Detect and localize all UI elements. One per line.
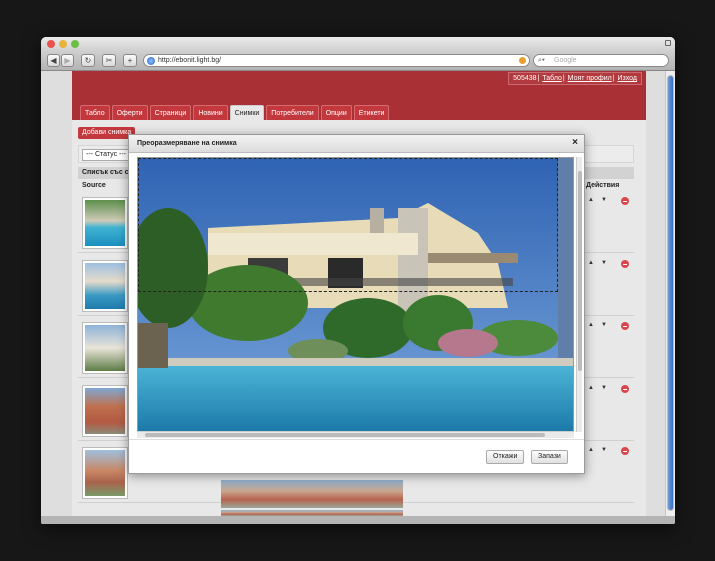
delete-icon[interactable] — [621, 447, 629, 455]
browser-window: ◀ ▶ ↻ ✂ + http://ebonit.light.bg/ ⌕▾ Goo… — [41, 37, 675, 524]
dialog-title: Преоразмеряване на снимка — [129, 135, 584, 153]
delete-icon[interactable] — [621, 260, 629, 268]
minimize-window-icon[interactable] — [59, 40, 67, 48]
photo-thumbnail[interactable] — [82, 385, 128, 437]
back-button[interactable]: ◀ — [47, 54, 60, 67]
close-icon[interactable]: × — [572, 137, 578, 148]
user-id: 505438 — [513, 75, 537, 82]
move-arrows-icon[interactable]: ▲▼ — [588, 197, 614, 203]
tab-news[interactable]: Новини — [193, 105, 228, 120]
user-bar: 505438| Табло| Моят профил| Изход — [508, 72, 642, 85]
search-field[interactable]: ⌕▾ Google — [533, 54, 669, 67]
dialog-footer: Откажи Запази — [129, 439, 584, 473]
title-bar — [41, 37, 675, 51]
vscroll-thumb[interactable] — [578, 171, 582, 371]
search-icon: ⌕▾ — [538, 57, 545, 64]
move-arrows-icon[interactable]: ▲▼ — [588, 385, 614, 391]
address-bar[interactable]: http://ebonit.light.bg/ — [143, 54, 530, 67]
save-button[interactable]: Запази — [531, 450, 568, 464]
lock-icon — [665, 40, 671, 46]
move-arrows-icon[interactable]: ▲▼ — [588, 447, 614, 453]
link-logout[interactable]: Изход — [618, 75, 638, 82]
add-photo-button[interactable]: Добави снимка — [78, 127, 136, 139]
resize-photo-dialog: Преоразмеряване на снимка × Откажи Запаз… — [128, 134, 585, 474]
globe-icon — [147, 57, 155, 65]
crop-selection[interactable] — [138, 158, 558, 292]
tab-options[interactable]: Опции — [320, 105, 352, 120]
tab-dashboard[interactable]: Табло — [80, 105, 110, 120]
move-arrows-icon[interactable]: ▲▼ — [588, 322, 614, 328]
scrollbar-thumb[interactable] — [667, 75, 674, 511]
col-source: Source — [82, 182, 106, 189]
move-arrows-icon[interactable]: ▲▼ — [588, 260, 614, 266]
reload-button[interactable]: ↻ — [81, 54, 95, 67]
hscroll-thumb[interactable] — [145, 433, 545, 437]
photo-thumbnail[interactable] — [82, 447, 128, 499]
status-bar — [41, 516, 675, 524]
col-actions: Действия — [586, 182, 620, 189]
close-window-icon[interactable] — [47, 40, 55, 48]
photo-canvas[interactable] — [137, 157, 574, 432]
delete-icon[interactable] — [621, 385, 629, 393]
tab-offers[interactable]: Оферти — [111, 105, 148, 120]
photo-thumbnail[interactable] — [82, 197, 128, 249]
tab-photos[interactable]: Снимки — [229, 105, 265, 120]
forward-button[interactable]: ▶ — [61, 54, 74, 67]
screenshot-button[interactable]: ✂ — [102, 54, 116, 67]
page-viewport: 505438| Табло| Моят профил| Изход Табло … — [41, 71, 675, 516]
canvas-vertical-scrollbar[interactable] — [576, 157, 582, 432]
tab-users[interactable]: Потребители — [266, 105, 319, 120]
cancel-button[interactable]: Откажи — [486, 450, 525, 464]
add-bookmark-button[interactable]: + — [123, 54, 137, 67]
delete-icon[interactable] — [621, 322, 629, 330]
tab-labels[interactable]: Етикети — [353, 105, 390, 120]
tab-pages[interactable]: Страници — [149, 105, 192, 120]
canvas-horizontal-scrollbar[interactable] — [137, 431, 574, 438]
delete-icon[interactable] — [621, 197, 629, 205]
photo-thumbnail[interactable] — [82, 260, 128, 312]
rss-icon[interactable] — [519, 57, 526, 64]
url-text: http://ebonit.light.bg/ — [158, 57, 222, 64]
main-tabs: Табло Оферти Страници Новини Снимки Потр… — [80, 105, 390, 120]
photo-thumbnail[interactable] — [82, 322, 128, 374]
zoom-window-icon[interactable] — [71, 40, 79, 48]
page-scrollbar[interactable] — [665, 71, 675, 516]
large-photo-preview[interactable] — [221, 480, 403, 508]
search-placeholder: Google — [554, 57, 577, 64]
admin-header: 505438| Табло| Моят профил| Изход Табло … — [72, 71, 646, 120]
link-profile[interactable]: Моят профил — [568, 75, 612, 82]
link-dashboard[interactable]: Табло — [542, 75, 562, 82]
browser-toolbar: ◀ ▶ ↻ ✂ + http://ebonit.light.bg/ ⌕▾ Goo… — [41, 51, 675, 71]
